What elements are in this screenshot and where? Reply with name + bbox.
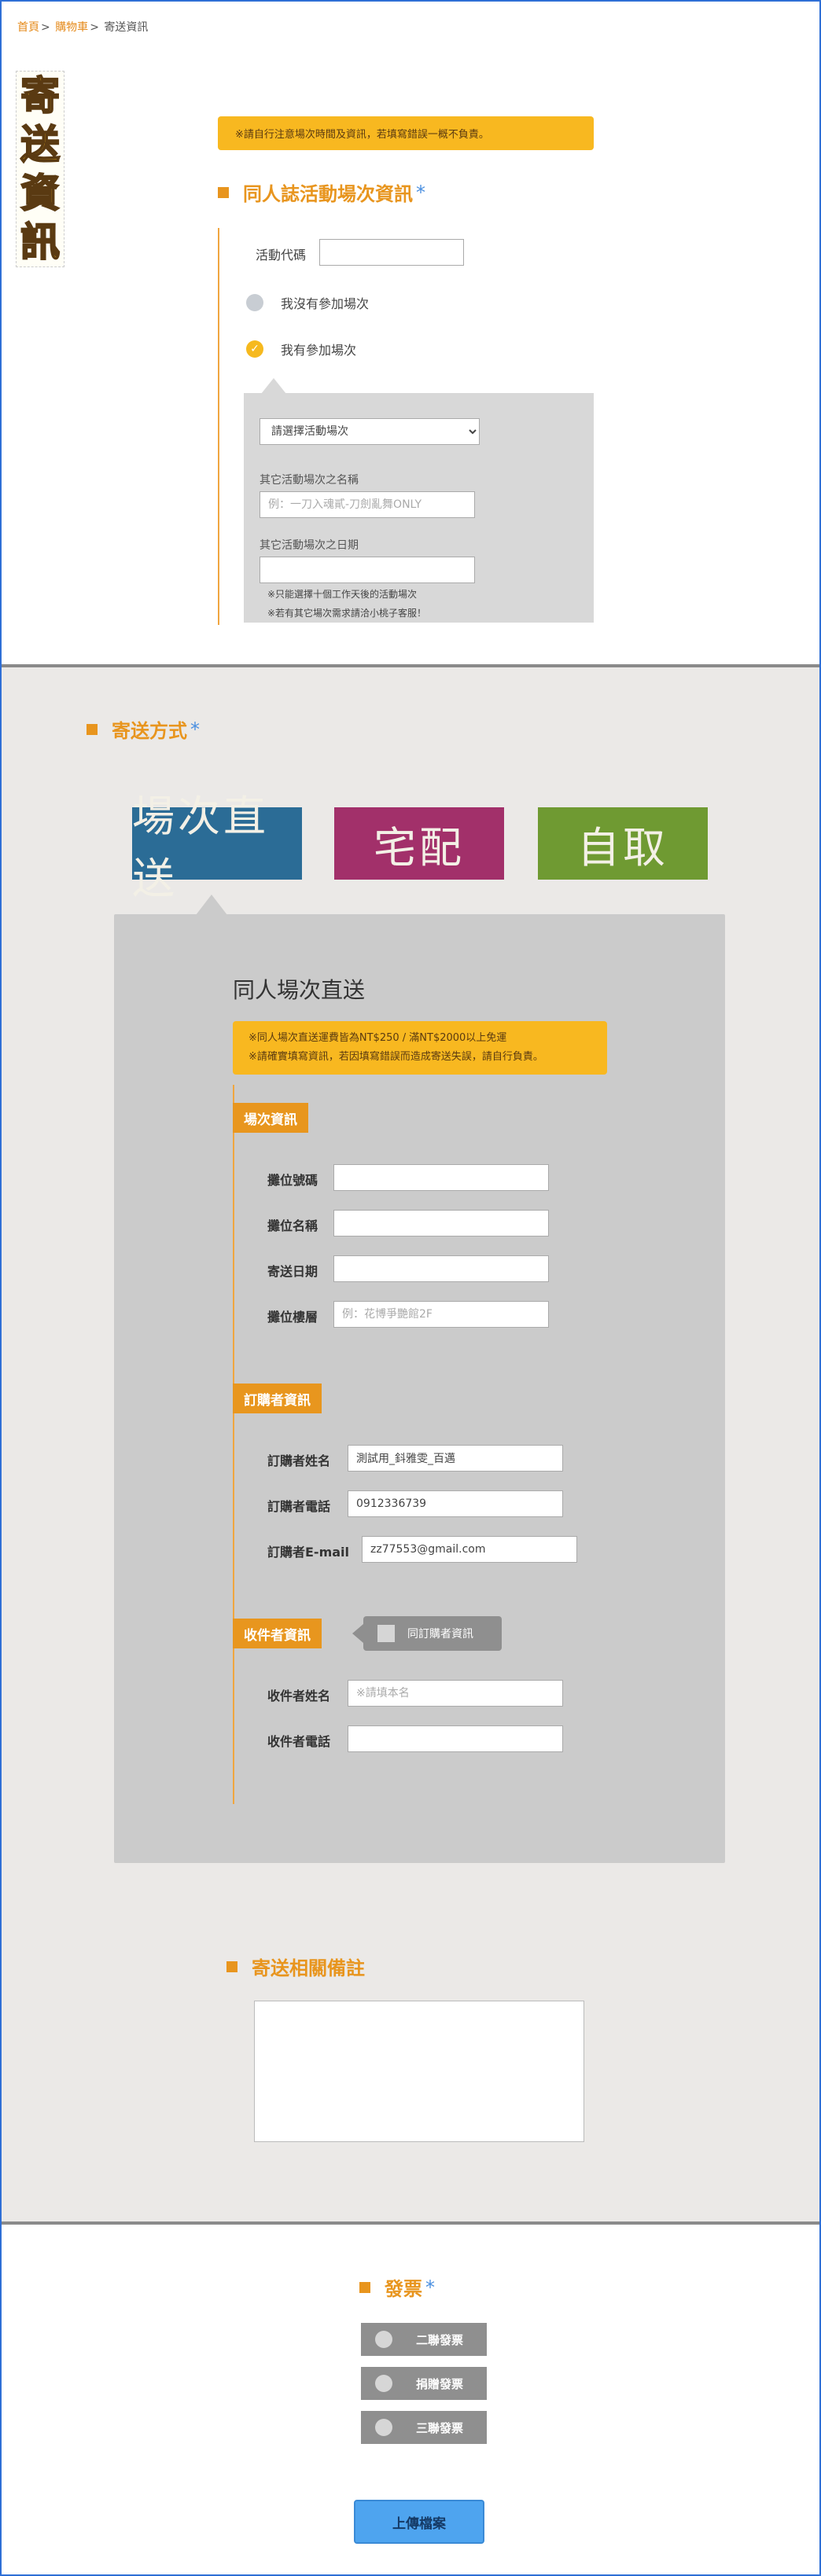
buyer-email-input[interactable] [362, 1536, 577, 1563]
buyer-info-tag: 訂購者資訊 [233, 1384, 322, 1413]
breadcrumb-separator: > [90, 21, 99, 34]
radio-unchecked-icon [375, 2331, 392, 2348]
booth-name-input[interactable] [333, 1210, 549, 1237]
check-icon: ✓ [246, 340, 263, 358]
remarks-textarea[interactable] [254, 2001, 584, 2142]
page-title: 寄 送 資 訊 [16, 71, 64, 267]
booth-info-tag: 場次資訊 [233, 1103, 308, 1133]
receiver-info-tag: 收件者資訊 [233, 1619, 322, 1648]
page-title-char: 資 [20, 171, 61, 216]
section-marker [359, 2281, 370, 2293]
receiver-phone-label: 收件者電話 [267, 1734, 331, 1749]
event-note: ※若有其它場次需求請洽小桃子客服！ [267, 608, 427, 619]
event-note: ※只能選擇十個工作天後的活動場次 [267, 589, 418, 600]
same-as-buyer-checkbox[interactable]: 同訂購者資訊 [363, 1616, 502, 1651]
booth-floor-input[interactable] [333, 1301, 549, 1328]
popover-arrow [261, 378, 286, 394]
panel-title: 同人場次直送 [233, 977, 366, 1003]
invoice-option-duplicate[interactable]: 二聯發票 [361, 2323, 487, 2356]
top-notice: ※請自行注意場次時間及資訊，若填寫錯誤一概不負責。 [218, 116, 594, 150]
remarks-section-title-text: 寄送相關備註 [252, 1957, 365, 1979]
invoice-option-triplicate[interactable]: 三聯發票 [361, 2411, 487, 2444]
radio-no-event[interactable]: 我沒有參加場次 [246, 293, 369, 312]
invoice-option-label: 二聯發票 [416, 2332, 464, 2347]
booth-floor-label: 攤位樓層 [267, 1310, 318, 1325]
remarks-section-title: 寄送相關備註 [226, 1953, 365, 1980]
ship-date-input[interactable] [333, 1255, 549, 1282]
event-code-input[interactable] [319, 239, 464, 266]
page-title-char: 寄 [20, 73, 61, 119]
buyer-phone-label: 訂購者電話 [267, 1499, 331, 1514]
receiver-phone-input[interactable] [348, 1725, 563, 1752]
buyer-name-label: 訂購者姓名 [267, 1453, 331, 1468]
breadcrumb-home[interactable]: 首頁 [17, 21, 39, 34]
event-section-title: 同人誌活動場次資訊 * [218, 178, 425, 206]
radio-yes-event[interactable]: ✓ 我有參加場次 [246, 340, 356, 358]
invoice-option-label: 捐贈發票 [416, 2376, 464, 2391]
ship-date-label: 寄送日期 [267, 1264, 318, 1279]
page-title-char: 訊 [20, 219, 61, 265]
upload-button[interactable]: 上傳檔案 [354, 2500, 484, 2544]
invoice-option-label: 三聯發票 [416, 2420, 464, 2435]
radio-yes-event-label: 我有參加場次 [281, 343, 357, 358]
booth-number-input[interactable] [333, 1164, 549, 1191]
event-select[interactable]: 請選擇活動場次 [260, 418, 480, 445]
shipping-notice-line: ※同人場次直送運費皆為NT$250 / 滿NT$2000以上免運 [249, 1032, 507, 1044]
receiver-name-label: 收件者姓名 [267, 1689, 331, 1703]
required-mark: * [425, 2276, 435, 2299]
buyer-name-input[interactable] [348, 1445, 563, 1472]
section-marker [218, 186, 229, 198]
popover-arrow [196, 895, 227, 915]
breadcrumb: 首頁 > 購物車 > 寄送資訊 [17, 19, 148, 35]
shipping-section-title: 寄送方式 * [87, 715, 200, 743]
receiver-name-input[interactable] [348, 1680, 563, 1707]
buyer-email-label: 訂購者E-mail [267, 1545, 350, 1560]
radio-unchecked-icon [375, 2419, 392, 2436]
other-event-name-label: 其它活動場次之名稱 [260, 474, 359, 487]
buyer-phone-input[interactable] [348, 1490, 563, 1517]
shipping-notice-line: ※請確實填寫資訊，若因填寫錯誤而造成寄送失誤，請自行負責。 [249, 1051, 543, 1063]
same-as-buyer-arrow [352, 1624, 363, 1643]
other-event-date-input[interactable] [260, 557, 475, 583]
invoice-section-title-text: 發票 [385, 2278, 422, 2300]
breadcrumb-cart[interactable]: 購物車 [55, 21, 88, 34]
checkbox-icon [377, 1625, 395, 1642]
breadcrumb-current: 寄送資訊 [104, 21, 149, 34]
ship-option-self-pickup[interactable]: 自取 [538, 807, 708, 880]
required-mark: * [190, 718, 200, 740]
event-section-title-text: 同人誌活動場次資訊 [243, 183, 413, 205]
section-marker [87, 723, 98, 735]
event-code-label: 活動代碼 [256, 248, 307, 263]
other-event-name-input[interactable] [260, 491, 475, 518]
section-guide-line [218, 228, 219, 625]
shipping-notice: ※同人場次直送運費皆為NT$250 / 滿NT$2000以上免運 ※請確實填寫資… [233, 1021, 607, 1075]
required-mark: * [416, 181, 425, 204]
invoice-section-title: 發票 * [359, 2273, 435, 2301]
section-guide-line [233, 1085, 234, 1804]
shipping-section-title-text: 寄送方式 [112, 720, 187, 742]
breadcrumb-separator: > [41, 21, 50, 34]
radio-no-event-label: 我沒有參加場次 [281, 296, 370, 311]
ship-option-home-delivery[interactable]: 宅配 [334, 807, 504, 880]
radio-unchecked-icon [375, 2375, 392, 2392]
section-marker [226, 1960, 237, 1972]
ship-option-event-direct[interactable]: 場次直送 [132, 792, 302, 903]
invoice-option-donate[interactable]: 捐贈發票 [361, 2367, 487, 2400]
same-as-buyer-label: 同訂購者資訊 [407, 1628, 473, 1641]
booth-name-label: 攤位名稱 [267, 1218, 318, 1233]
other-event-date-label: 其它活動場次之日期 [260, 539, 359, 552]
page-title-char: 送 [20, 122, 61, 167]
booth-number-label: 攤位號碼 [267, 1173, 318, 1188]
radio-unchecked-icon [246, 294, 263, 311]
